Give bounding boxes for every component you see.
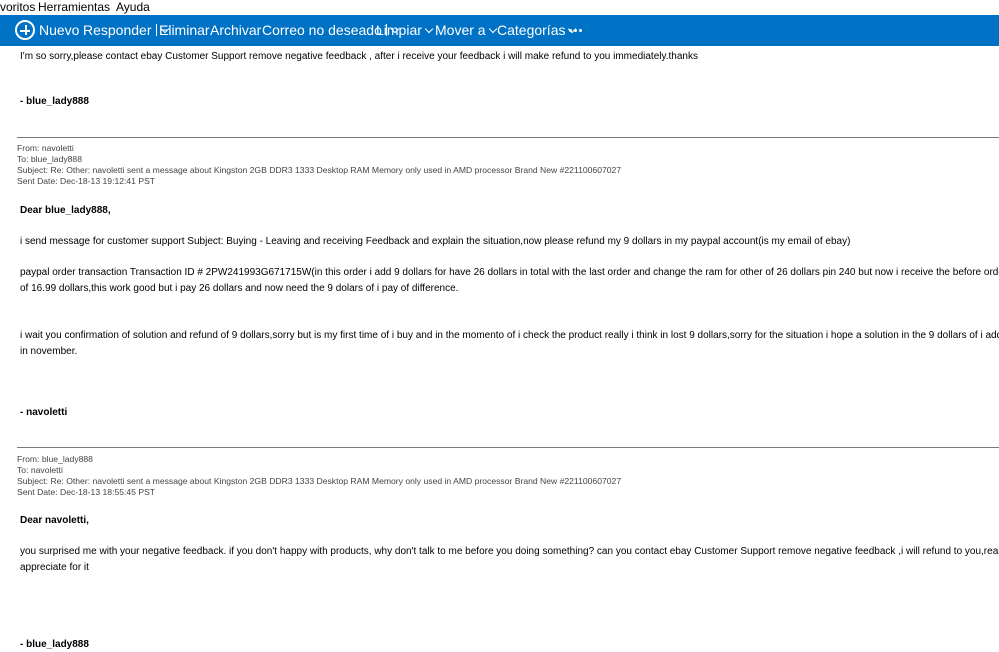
header-subject: Subject: Re: Other: navoletti sent a mes… bbox=[17, 165, 622, 175]
split-divider bbox=[155, 24, 157, 37]
message-greeting: Dear navoletti, bbox=[20, 515, 89, 526]
chevron-down-icon bbox=[424, 24, 434, 34]
message-paragraph: of 16.99 dollars,this work good but i pa… bbox=[20, 283, 459, 294]
categories-button[interactable]: Categorías bbox=[497, 15, 577, 46]
message-signature: - blue_lady888 bbox=[20, 639, 89, 650]
header-from: From: blue_lady888 bbox=[17, 454, 93, 464]
junk-label: Correo no deseado bbox=[262, 22, 382, 38]
header-from: From: navoletti bbox=[17, 143, 74, 153]
ellipsis-icon[interactable] bbox=[569, 15, 583, 46]
message-signature: - navoletti bbox=[20, 407, 68, 418]
message-divider bbox=[17, 447, 999, 448]
message-paragraph: in november. bbox=[20, 346, 78, 357]
message-paragraph: appreciate for it bbox=[20, 562, 89, 573]
chevron-down-icon bbox=[488, 24, 497, 34]
delete-button[interactable]: Eliminar bbox=[159, 15, 210, 46]
message-paragraph: you surprised me with your negative feed… bbox=[20, 546, 999, 557]
menu-help[interactable]: Ayuda bbox=[116, 0, 150, 15]
reply-button[interactable]: Responder bbox=[83, 15, 169, 46]
move-to-button[interactable]: Mover a bbox=[435, 15, 497, 46]
message-signature: - blue_lady888 bbox=[20, 96, 89, 107]
plus-icon[interactable] bbox=[15, 20, 35, 40]
message-paragraph: i wait you confirmation of solution and … bbox=[20, 330, 999, 341]
menu-tools[interactable]: Herramientas bbox=[38, 0, 110, 15]
message-greeting: Dear blue_lady888, bbox=[20, 205, 111, 216]
command-toolbar: Nuevo Responder Eliminar Archivar Correo… bbox=[0, 15, 999, 46]
reply-label: Responder bbox=[83, 22, 152, 38]
new-button[interactable]: Nuevo bbox=[39, 15, 79, 46]
sweep-label: Limpiar bbox=[376, 22, 422, 38]
header-to: To: navoletti bbox=[17, 465, 63, 475]
header-subject: Subject: Re: Other: navoletti sent a mes… bbox=[17, 476, 622, 486]
move-to-label: Mover a bbox=[435, 22, 486, 38]
message-paragraph: i send message for customer support Subj… bbox=[20, 236, 851, 247]
message-divider bbox=[17, 137, 999, 138]
sweep-button[interactable]: Limpiar bbox=[376, 15, 434, 46]
categories-label: Categorías bbox=[497, 22, 566, 38]
menu-favorites[interactable]: voritos bbox=[0, 0, 35, 15]
header-to: To: blue_lady888 bbox=[17, 154, 82, 164]
header-sent-date: Sent Date: Dec-18-13 18:55:45 PST bbox=[17, 487, 156, 497]
message-body-line: I'm so sorry,please contact ebay Custome… bbox=[20, 51, 698, 62]
menu-bar: voritos Herramientas Ayuda bbox=[0, 0, 999, 15]
message-paragraph: paypal order transaction Transaction ID … bbox=[20, 267, 999, 278]
header-sent-date: Sent Date: Dec-18-13 19:12:41 PST bbox=[17, 176, 156, 186]
archive-button[interactable]: Archivar bbox=[210, 15, 261, 46]
